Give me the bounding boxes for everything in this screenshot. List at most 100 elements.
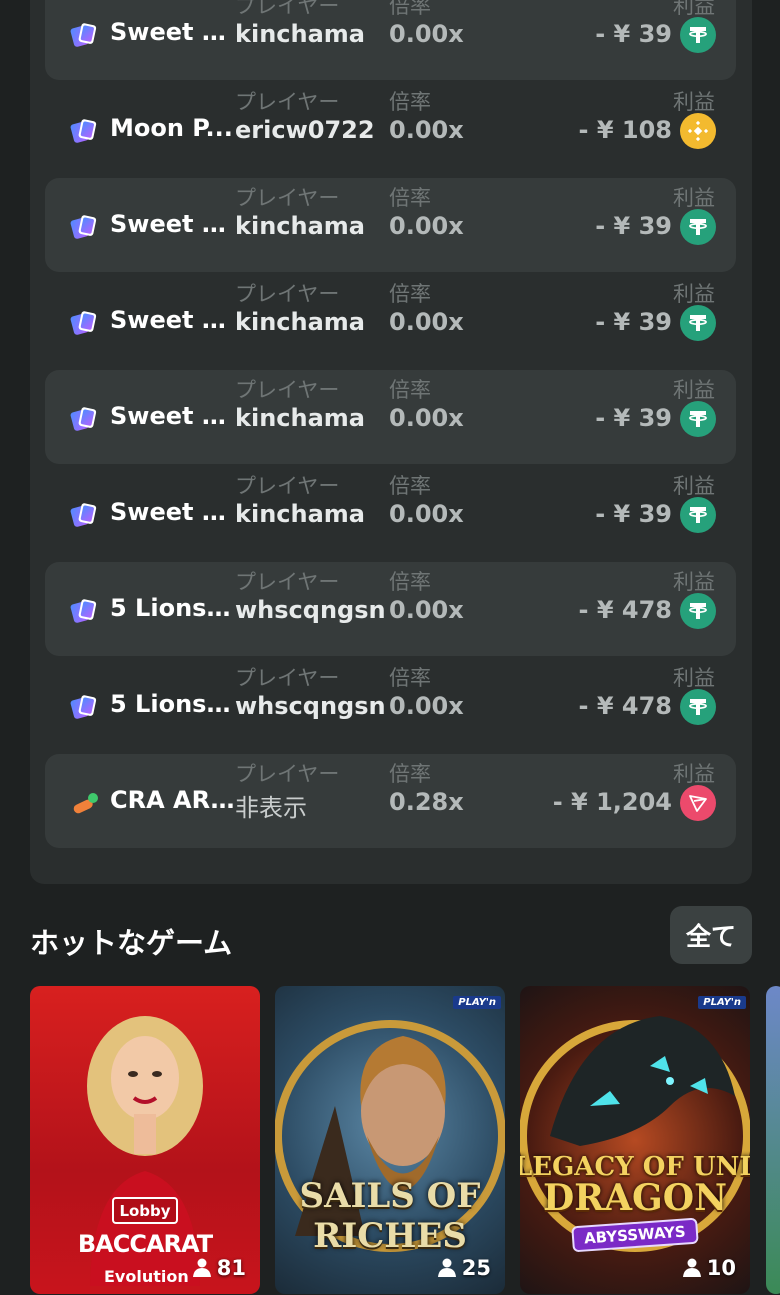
player-name[interactable]: kinchama — [235, 308, 365, 336]
user-icon — [192, 1258, 211, 1277]
game-name[interactable]: Sweet B... — [110, 402, 235, 430]
player-name[interactable]: whscqngsn — [235, 692, 386, 720]
player-count: 10 — [682, 1256, 736, 1280]
multiplier-value: 0.00x — [389, 308, 464, 336]
card-game-icon — [70, 119, 97, 143]
usdt-icon — [680, 209, 716, 245]
game-title: SAILS OF RICHES — [299, 1176, 481, 1256]
profit-label: 利益 — [673, 282, 715, 306]
multiplier-label: 倍率 — [389, 282, 431, 306]
player-label: プレイヤー — [235, 666, 340, 690]
profit-label: 利益 — [673, 666, 715, 690]
view-all-button[interactable]: 全て — [670, 906, 752, 964]
multiplier-value: 0.28x — [389, 788, 464, 816]
bet-row[interactable]: Sweet B... プレイヤー kinchama 倍率 0.00x 利益 - … — [45, 274, 736, 368]
game-title: LEGACY OF UNDEAD DRAGON — [520, 1154, 750, 1216]
usdt-icon — [680, 689, 716, 725]
game-name[interactable]: Sweet B... — [110, 306, 235, 334]
multiplier-label: 倍率 — [389, 474, 431, 498]
player-count-value: 81 — [216, 1256, 246, 1280]
profit-label: 利益 — [673, 90, 715, 114]
profit-value: - ¥ 39 — [595, 500, 672, 528]
profit-value: - ¥ 478 — [578, 596, 672, 624]
game-name[interactable]: Sweet B... — [110, 18, 235, 46]
multiplier-value: 0.00x — [389, 596, 464, 624]
multiplier-value: 0.00x — [389, 212, 464, 240]
player-name[interactable]: kinchama — [235, 212, 365, 240]
player-name[interactable]: kinchama — [235, 404, 365, 432]
profit-value: - ¥ 39 — [595, 20, 672, 48]
user-icon — [437, 1258, 456, 1277]
game-name[interactable]: 5 Lions ... — [110, 690, 235, 718]
player-count-value: 10 — [706, 1256, 736, 1280]
bet-row[interactable]: 5 Lions ... プレイヤー whscqngsn 倍率 0.00x 利益 … — [45, 658, 736, 752]
player-label: プレイヤー — [235, 0, 340, 18]
bet-row[interactable]: Sweet B... プレイヤー kinchama 倍率 0.00x 利益 - … — [45, 178, 736, 272]
profit-label: 利益 — [673, 474, 715, 498]
bet-row[interactable]: 5 Lions ... プレイヤー whscqngsn 倍率 0.00x 利益 … — [45, 562, 736, 656]
profit-value: - ¥ 39 — [595, 404, 672, 432]
player-label: プレイヤー — [235, 570, 340, 594]
bet-row[interactable]: Sweet B... プレイヤー kinchama 倍率 0.00x 利益 - … — [45, 370, 736, 464]
profit-value: - ¥ 478 — [578, 692, 672, 720]
player-count: 81 — [192, 1256, 246, 1280]
bet-row[interactable]: Sweet B... プレイヤー kinchama 倍率 0.00x 利益 - … — [45, 466, 736, 560]
player-label: プレイヤー — [235, 762, 340, 786]
game-card-next[interactable] — [766, 986, 780, 1294]
multiplier-label: 倍率 — [389, 570, 431, 594]
provider-logo: Evolution — [104, 1267, 189, 1286]
card-game-icon — [70, 407, 97, 431]
multiplier-label: 倍率 — [389, 0, 431, 18]
bet-row[interactable]: CRA AR... プレイヤー 非表示 倍率 0.28x 利益 - ¥ 1,20… — [45, 754, 736, 848]
player-label: プレイヤー — [235, 282, 340, 306]
game-card-baccarat[interactable]: Lobby BACCARAT Evolution 81 — [30, 986, 260, 1294]
multiplier-value: 0.00x — [389, 500, 464, 528]
profit-label: 利益 — [673, 762, 715, 786]
lobby-badge: Lobby — [112, 1197, 178, 1224]
game-title-line2: DRAGON — [542, 1177, 728, 1219]
game-name[interactable]: Moon P... — [110, 114, 235, 142]
multiplier-label: 倍率 — [389, 90, 431, 114]
multiplier-label: 倍率 — [389, 378, 431, 402]
card-game-icon — [70, 23, 97, 47]
card-game-icon — [70, 215, 97, 239]
player-name[interactable]: kinchama — [235, 20, 365, 48]
profit-label: 利益 — [673, 186, 715, 210]
profit-value: - ¥ 39 — [595, 308, 672, 336]
bet-row[interactable]: Sweet B... プレイヤー kinchama 倍率 0.00x 利益 - … — [45, 0, 736, 80]
multiplier-value: 0.00x — [389, 116, 464, 144]
player-name[interactable]: kinchama — [235, 500, 365, 528]
player-count: 25 — [437, 1256, 491, 1280]
game-title: BACCARAT — [77, 1230, 213, 1258]
usdt-icon — [680, 17, 716, 53]
player-label: プレイヤー — [235, 186, 340, 210]
profit-value: - ¥ 39 — [595, 212, 672, 240]
game-card-legacy-of-undead-dragon[interactable]: PLAY'n LEGACY OF UNDEAD DRAGON ABYSSWAYS… — [520, 986, 750, 1294]
multiplier-value: 0.00x — [389, 404, 464, 432]
game-name[interactable]: CRA AR... — [110, 786, 235, 814]
card-game-icon — [70, 311, 97, 335]
bet-row[interactable]: Moon P... プレイヤー ericw0722 倍率 0.00x 利益 - … — [45, 82, 736, 176]
multiplier-value: 0.00x — [389, 20, 464, 48]
game-card-sails-of-riches[interactable]: PLAY'n SAILS OF RICHES 25 — [275, 986, 505, 1294]
recent-bets-panel: Sweet B... プレイヤー kinchama 倍率 0.00x 利益 - … — [30, 0, 752, 884]
game-name[interactable]: 5 Lions ... — [110, 594, 235, 622]
bnb-icon — [680, 113, 716, 149]
game-name[interactable]: Sweet B... — [110, 210, 235, 238]
multiplier-value: 0.00x — [389, 692, 464, 720]
profit-label: 利益 — [673, 378, 715, 402]
card-game-icon — [70, 599, 97, 623]
player-name: 非表示 — [235, 794, 307, 822]
player-name[interactable]: whscqngsn — [235, 596, 386, 624]
player-name[interactable]: ericw0722 — [235, 116, 375, 144]
player-label: プレイヤー — [235, 90, 340, 114]
profit-value: - ¥ 108 — [578, 116, 672, 144]
game-name[interactable]: Sweet B... — [110, 498, 235, 526]
usdt-icon — [680, 401, 716, 437]
player-count-value: 25 — [461, 1256, 491, 1280]
player-label: プレイヤー — [235, 474, 340, 498]
usdt-icon — [680, 305, 716, 341]
usdt-icon — [680, 497, 716, 533]
multiplier-label: 倍率 — [389, 186, 431, 210]
player-label: プレイヤー — [235, 378, 340, 402]
